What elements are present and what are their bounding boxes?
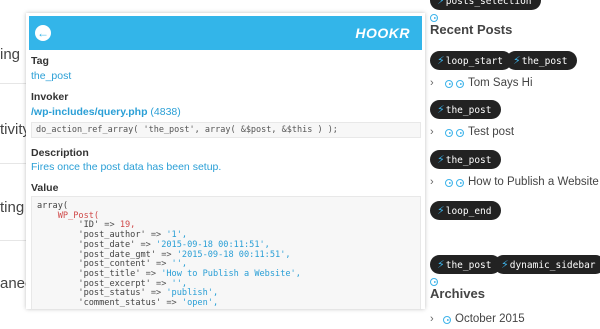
recent-post-link[interactable]: How to Publish a Website — [468, 176, 599, 188]
chevron-right-icon: › — [430, 313, 434, 325]
left-fragment: ing — [0, 46, 21, 63]
archives-title: Archives — [430, 286, 485, 301]
hook-pill-the-post[interactable]: ⚡the_post — [430, 100, 501, 119]
play-circle-icon — [430, 278, 438, 286]
value-code-line: 'post_status' => 'publish', — [78, 288, 219, 299]
value-code-line: 'post_date' => '2015-09-18 00:11:51', — [78, 239, 270, 250]
value-code-block: array( WP_Post( 'ID' => 19, 'post_author… — [31, 196, 421, 309]
recent-post-link[interactable]: Tom Says Hi — [468, 77, 533, 89]
description-value: Fires once the post data has been setup. — [31, 161, 222, 173]
bolt-icon: ⚡ — [501, 258, 509, 271]
value-code-line: 'post_excerpt' => '', — [78, 278, 188, 289]
play-circle-icon — [445, 129, 453, 137]
play-circle-icon — [445, 80, 453, 88]
invoker-code: do_action_ref_array( 'the_post', array( … — [31, 122, 421, 138]
tag-label: Tag — [31, 55, 49, 67]
play-circle-icon — [456, 129, 464, 137]
value-code-line: 'post_author' => '1', — [78, 230, 188, 241]
play-circle-icon — [430, 14, 438, 22]
bolt-icon: ⚡ — [437, 204, 445, 217]
value-code-line: 'post_date_gmt' => '2015-09-18 00:11:51'… — [78, 249, 291, 260]
hook-pill-the-post[interactable]: ⚡the_post — [506, 51, 577, 70]
invoker-value: /wp-includes/query.php (4838) — [31, 106, 181, 118]
tag-value: the_post — [31, 70, 72, 82]
invoker-label: Invoker — [31, 91, 69, 103]
bolt-icon: ⚡ — [437, 0, 445, 7]
hook-pill-dynamic-sidebar[interactable]: ⚡dynamic_sidebar — [494, 255, 600, 274]
popup-header: ← HOOKR — [29, 16, 422, 50]
arrow-left-icon[interactable]: ← — [35, 25, 51, 41]
recent-posts-title: Recent Posts — [430, 22, 513, 37]
hook-pill-the-post[interactable]: ⚡the_post — [430, 255, 501, 274]
play-circle-icon — [443, 316, 451, 324]
value-label: Value — [31, 182, 59, 194]
hook-pill[interactable]: ⚡posts_selection — [430, 0, 541, 10]
description-label: Description — [31, 147, 89, 159]
invoker-line: (4838) — [150, 106, 181, 118]
left-fragment: ting — [0, 199, 25, 216]
hook-pill-loop-start[interactable]: ⚡loop_start — [430, 51, 512, 70]
play-circle-icon — [445, 179, 453, 187]
hook-pill-the-post[interactable]: ⚡the_post — [430, 150, 501, 169]
chevron-right-icon: › — [430, 126, 434, 138]
value-code-line: array( — [37, 201, 69, 211]
value-code-line: WP_Post( — [57, 210, 100, 221]
bolt-icon: ⚡ — [437, 153, 445, 166]
bolt-icon: ⚡ — [437, 258, 445, 271]
value-code-line: 'post_content' => '', — [78, 259, 188, 270]
bolt-icon: ⚡ — [513, 54, 521, 67]
chevron-right-icon: › — [430, 176, 434, 188]
bolt-icon: ⚡ — [437, 103, 445, 116]
archive-link[interactable]: October 2015 — [455, 313, 525, 325]
brand-logo: HOOKR — [355, 25, 410, 41]
chevron-right-icon: › — [430, 77, 434, 89]
bolt-icon: ⚡ — [437, 54, 445, 67]
play-circle-icon — [456, 179, 464, 187]
play-circle-icon — [456, 80, 464, 88]
sidebar: ⚡posts_selection Recent Posts ⚡loop_star… — [425, 0, 600, 329]
value-code-line: 'ID' => 19, — [78, 220, 136, 231]
hook-detail-popup: ← HOOKR Tag the_post Invoker /wp-include… — [26, 13, 425, 309]
value-code-line: 'post_title' => 'How to Publish a Websit… — [78, 268, 301, 279]
value-code-line: 'comment_status' => 'open', — [78, 298, 219, 308]
hook-pill-loop-end[interactable]: ⚡loop_end — [430, 201, 501, 220]
recent-post-link[interactable]: Test post — [468, 126, 514, 138]
invoker-path-link[interactable]: /wp-includes/query.php — [31, 106, 147, 118]
